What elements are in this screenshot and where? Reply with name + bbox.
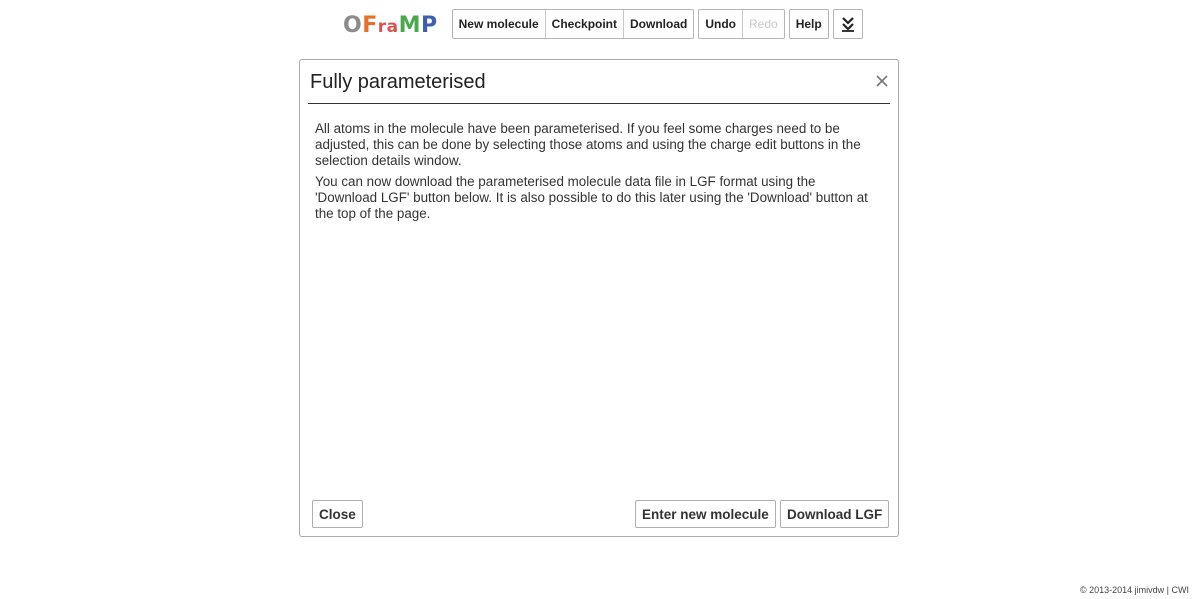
dialog-body: All atoms in the molecule have been para… [315,121,881,227]
close-icon[interactable] [874,73,890,89]
redo-button[interactable]: Redo [742,10,784,38]
logo-letter-a: a [386,16,399,37]
file-button-group: New molecule Checkpoint Download [451,9,695,39]
history-button-group: Undo Redo [698,9,785,39]
dialog-title: Fully parameterised [310,71,486,93]
logo-letter-r: r [377,16,387,37]
copyright-footer: © 2013-2014 jimivdw | CWI [1079,585,1189,595]
help-button[interactable]: Help [790,10,828,38]
logo-letter-f: F [362,12,378,38]
dialog-paragraph-charges: All atoms in the molecule have been para… [315,121,861,168]
download-button[interactable]: Download [623,10,693,38]
title-divider [308,103,890,104]
close-button[interactable]: Close [312,500,363,528]
dialog-paragraph-download: You can now download the parameterised m… [315,174,868,221]
checkpoint-button[interactable]: Checkpoint [544,10,623,38]
undo-button[interactable]: Undo [699,10,742,38]
logo-letter-o: O [343,12,363,38]
logo-letter-m: M [398,12,422,38]
enter-new-molecule-button[interactable]: Enter new molecule [635,500,776,528]
top-toolbar: O F r a M P New molecule Checkpoint Down… [343,9,863,39]
help-button-group: Help [788,9,829,39]
double-chevron-down-icon [841,17,854,32]
download-lgf-button[interactable]: Download LGF [780,500,890,528]
expand-button[interactable] [832,9,863,39]
fully-parameterised-dialog: Fully parameterised All atoms in the mol… [299,59,899,537]
new-molecule-button[interactable]: New molecule [453,10,545,38]
close-icon-glyph [876,75,888,87]
oframp-logo: O F r a M P [343,13,438,38]
logo-letter-p: P [421,12,438,38]
